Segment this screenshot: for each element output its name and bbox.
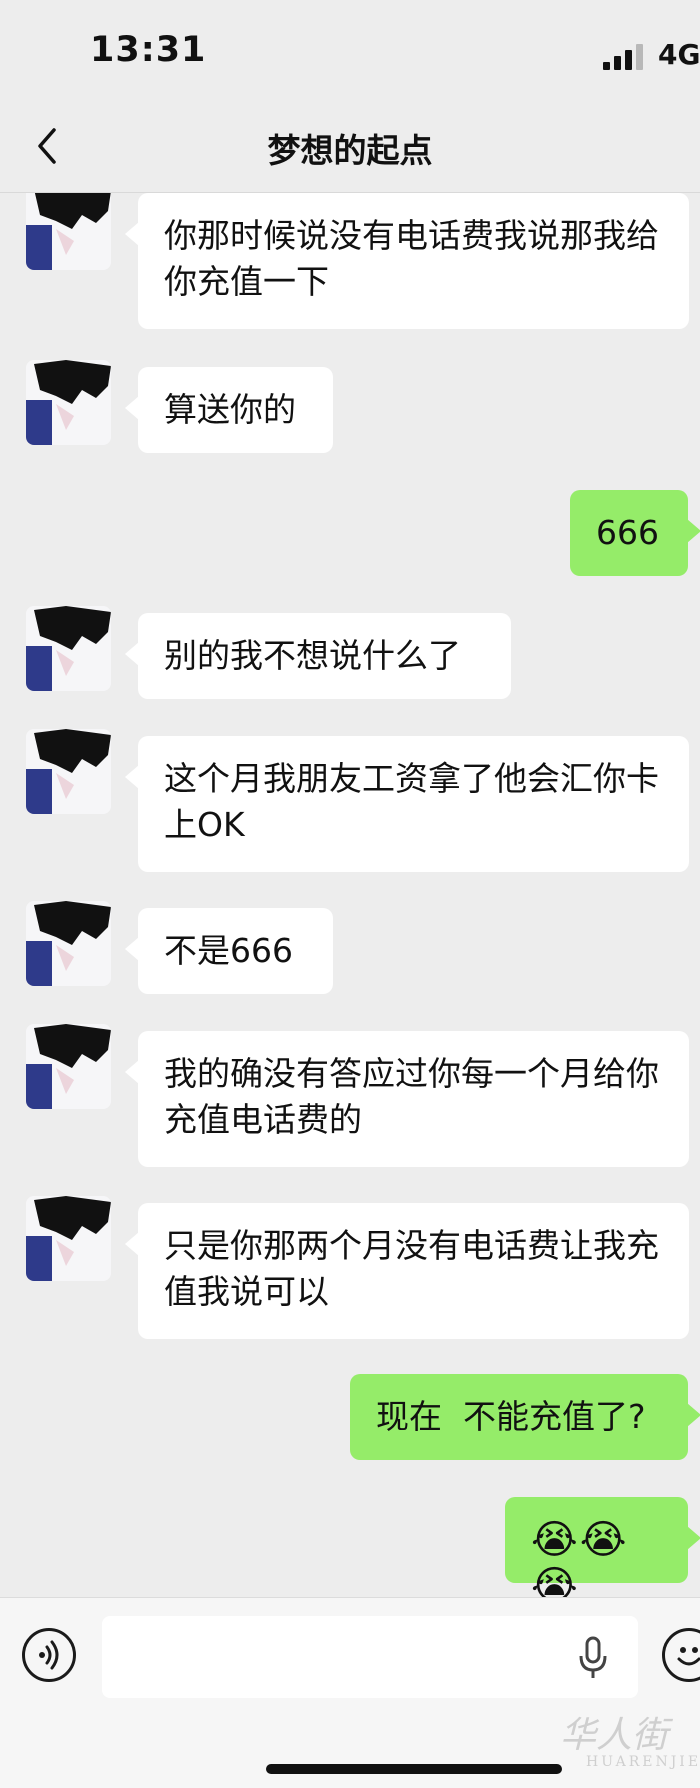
- avatar[interactable]: [26, 1196, 111, 1281]
- message-bubble[interactable]: 666: [570, 490, 700, 576]
- message-bubble[interactable]: 你那时候说没有电话费我说那我给你充值一下: [125, 193, 689, 329]
- message-input[interactable]: [102, 1616, 638, 1698]
- input-bar: 华人街 HUARENJIE: [0, 1597, 700, 1788]
- network-type: 4G: [658, 38, 700, 71]
- chat-title: 梦想的起点: [267, 131, 433, 170]
- avatar[interactable]: [26, 606, 111, 691]
- avatar[interactable]: [26, 729, 111, 814]
- voice-input-button[interactable]: [22, 1628, 76, 1682]
- status-bar: 13:31 4G: [0, 0, 700, 100]
- message-bubble[interactable]: 只是你那两个月没有电话费让我充值我说可以: [125, 1203, 689, 1339]
- avatar[interactable]: [26, 901, 111, 986]
- mic-icon[interactable]: [578, 1636, 608, 1680]
- avatar[interactable]: [26, 193, 111, 270]
- avatar[interactable]: [26, 360, 111, 445]
- smiley-icon: [677, 1647, 700, 1666]
- emoji-button[interactable]: [662, 1628, 700, 1682]
- message-bubble[interactable]: 现在 不能充值了?: [350, 1374, 700, 1460]
- watermark-logo: 华人街 HUARENJIE: [560, 1715, 700, 1770]
- signal-icon: [603, 44, 645, 70]
- message-bubble[interactable]: 不是666: [125, 908, 333, 994]
- status-time: 13:31: [90, 30, 207, 70]
- message-bubble[interactable]: 算送你的: [125, 367, 333, 453]
- message-bubble[interactable]: 别的我不想说什么了: [125, 613, 511, 699]
- message-bubble[interactable]: 😭😭😭: [505, 1497, 700, 1597]
- chat-header: 梦想的起点: [0, 100, 700, 193]
- message-bubble[interactable]: 这个月我朋友工资拿了他会汇你卡上OK: [125, 736, 689, 872]
- message-list[interactable]: 你那时候说没有电话费我说那我给你充值一下 算送你的 666 别的我不想说什么了 …: [0, 193, 700, 1597]
- avatar[interactable]: [26, 1024, 111, 1109]
- message-bubble[interactable]: 我的确没有答应过你每一个月给你充值电话费的: [125, 1031, 689, 1167]
- voice-icon: [39, 1640, 59, 1670]
- home-indicator[interactable]: [266, 1764, 562, 1774]
